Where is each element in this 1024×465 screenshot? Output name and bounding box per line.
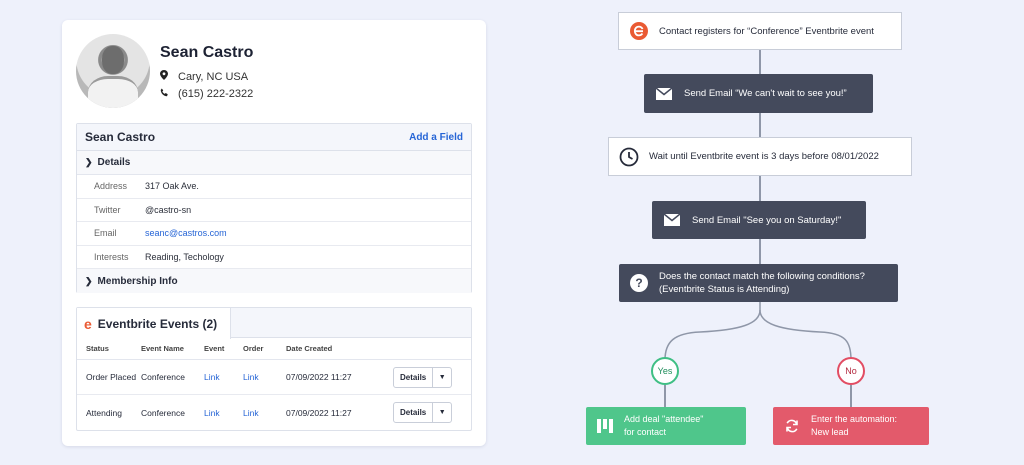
step-text: Wait until Eventbrite event is 3 days be… [649,151,879,162]
connector [759,176,761,201]
caret-down-icon[interactable]: ▼ [433,368,451,387]
contact-card: Sean Castro Cary, NC USA (615) 222-2322 … [62,20,486,446]
step-text: Send Email "See you on Saturday!" [692,214,842,226]
avatar [76,34,150,108]
send-email-step[interactable]: Send Email “We can't wait to see you!” [644,74,873,113]
eventbrite-events-panel: e Eventbrite Events (2) Status Event Nam… [76,307,472,431]
events-table-header: Status Event Name Event Order Date Creat… [77,338,471,360]
cell-event-name: Conference [141,372,185,382]
envelope-icon [652,214,692,226]
action-text: Enter the automation: New lead [811,413,897,439]
question-icon: ? [619,274,659,292]
tab-eventbrite-events[interactable]: e Eventbrite Events (2) [77,308,231,339]
tab-label: Eventbrite Events (2) [97,316,218,331]
panel-header: Sean Castro Add a Field [77,124,471,151]
eventbrite-logo-icon [619,22,659,40]
cell-status: Order Placed [86,372,137,382]
field-value: @castro-sn [145,204,192,215]
phone-line: (615) 222-2322 [160,88,253,100]
connector [759,50,761,74]
details-label: Details [97,157,131,168]
field-row-interests: Interests Reading, Techology [77,246,471,269]
column-header: Order [243,344,264,353]
order-link[interactable]: Link [243,408,286,418]
condition-line: (Eventbrite Status is Attending) [659,284,790,295]
connector [664,385,666,407]
panel-title: Sean Castro [85,130,156,144]
order-link[interactable]: Link [243,372,286,382]
contact-phone: (615) 222-2322 [178,88,254,100]
connector [759,239,761,264]
email-link[interactable]: seanc@castros.com [145,228,227,238]
column-header: Date Created [286,344,333,353]
step-text: Send Email “We can't wait to see you!” [684,88,847,99]
pipeline-icon [586,419,624,433]
condition-text: Does the contact match the following con… [659,270,865,296]
details-section-toggle[interactable]: ❯ Details [77,151,471,175]
connector [759,113,761,137]
field-row-address: Address 317 Oak Ave. [77,175,471,199]
refresh-icon [773,419,811,433]
envelope-icon [644,87,684,100]
column-header: Event Name [141,344,184,353]
action-text: Add deal "attendee" for contact [624,413,703,439]
field-row-twitter: Twitter @castro-sn [77,199,471,222]
field-key: Email [94,228,117,239]
yes-label: Yes [657,366,673,376]
field-key: Interests [94,251,129,262]
trigger-text: Contact registers for “Conference” Event… [659,25,874,37]
no-branch-badge: No [837,357,865,385]
field-row-email: Email seanc@castros.com [77,222,471,246]
map-pin-icon [160,70,178,83]
yes-branch-badge: Yes [651,357,679,385]
phone-icon [160,88,178,100]
details-split-button: Details ▼ [393,366,453,388]
details-split-button: Details ▼ [393,402,453,423]
field-value: Reading, Techology [145,251,224,262]
location-line: Cary, NC USA [160,70,248,83]
condition-line: Does the contact match the following con… [659,271,865,282]
cell-date: 07/09/2022 11:27 [286,407,352,418]
wait-step[interactable]: Wait until Eventbrite event is 3 days be… [608,137,912,176]
membership-section-toggle[interactable]: ❯ Membership Info [77,269,471,293]
action-line: for contact [624,427,667,437]
clock-icon [609,147,649,167]
field-key: Twitter [94,204,121,215]
column-header: Event [204,344,225,353]
branch-connector [664,302,852,361]
svg-text:?: ? [635,276,642,290]
details-button[interactable]: Details [394,367,434,387]
action-line: Add deal "attendee" [624,414,704,424]
details-button[interactable]: Details [394,403,434,422]
enter-automation-step[interactable]: Enter the automation: New lead [773,407,929,445]
eventbrite-logo-icon: e [84,315,92,332]
events-tabbar: e Eventbrite Events (2) [77,308,471,339]
contact-fields-panel: Sean Castro Add a Field ❯ Details Addres… [76,123,472,293]
contact-location: Cary, NC USA [178,70,249,83]
action-line: New lead [811,427,849,437]
event-link[interactable]: Link [204,408,243,418]
add-field-link[interactable]: Add a Field [409,132,463,143]
contact-name: Sean Castro [160,44,254,61]
field-value: 317 Oak Ave. [145,181,199,192]
membership-label: Membership Info [97,275,178,287]
no-label: No [845,366,857,376]
action-line: Enter the automation: [811,414,898,424]
chevron-right-icon: ❯ [85,157,93,167]
column-header: Status [86,344,109,353]
send-email-step[interactable]: Send Email "See you on Saturday!" [652,201,866,239]
event-link[interactable]: Link [204,372,243,382]
table-row: Attending Conference Link Link 07/09/202… [77,395,471,430]
table-row: Order Placed Conference Link Link 07/09/… [77,360,471,395]
chevron-right-icon: ❯ [85,275,93,286]
cell-event-name: Conference [141,407,185,418]
caret-down-icon[interactable]: ▼ [433,403,451,422]
connector [850,385,852,407]
field-key: Address [94,181,128,192]
cell-status: Attending [86,407,122,418]
trigger-step[interactable]: Contact registers for “Conference” Event… [618,12,902,50]
add-deal-step[interactable]: Add deal "attendee" for contact [586,407,746,445]
cell-date: 07/09/2022 11:27 [286,372,352,382]
condition-step[interactable]: ? Does the contact match the following c… [619,264,898,302]
